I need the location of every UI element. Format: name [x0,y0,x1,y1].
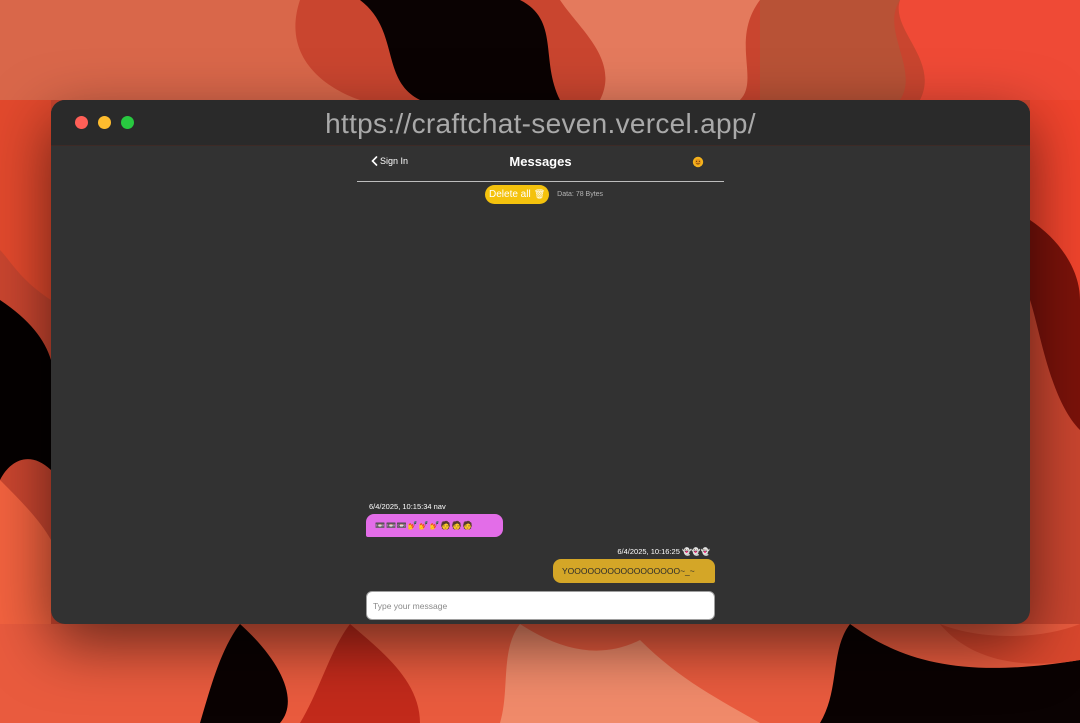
delete-all-button[interactable]: Delete all 🗑 [485,184,550,204]
page-title: Messages [509,154,572,169]
title-bar: https://craftchat-seven.vercel.app/ [51,100,1030,146]
message-text: YOOOOOOOOOOOOOOOOO~_~ [562,566,695,576]
sun-emoji-icon[interactable] [691,155,705,169]
message-text: 📼📼📼💅💅💅🧑🧑🧑 [375,521,474,530]
delete-all-label: Delete all [489,188,531,200]
message-input[interactable] [366,591,715,620]
chat-toolbar: Delete all 🗑 Data: 78 Bytes [485,184,603,204]
chat-page: Sign In Messages Delete all 🗑 Data: 78 B… [51,146,1030,624]
message-bubble[interactable]: YOOOOOOOOOOOOOOOOO~_~ [553,559,715,583]
browser-window: https://craftchat-seven.vercel.app/ Sign… [51,100,1030,624]
data-size-label: Data: 78 Bytes [557,190,604,198]
message-meta: 6/4/2025, 10:16:25 👻👻👻 [617,547,710,556]
trash-icon: 🗑 [533,188,546,199]
message-bubble[interactable]: 📼📼📼💅💅💅🧑🧑🧑 [366,514,503,537]
url-text: https://craftchat-seven.vercel.app/ [325,108,756,139]
message-meta: 6/4/2025, 10:15:34 nav [369,502,446,511]
chat-header: Sign In Messages [357,146,724,182]
